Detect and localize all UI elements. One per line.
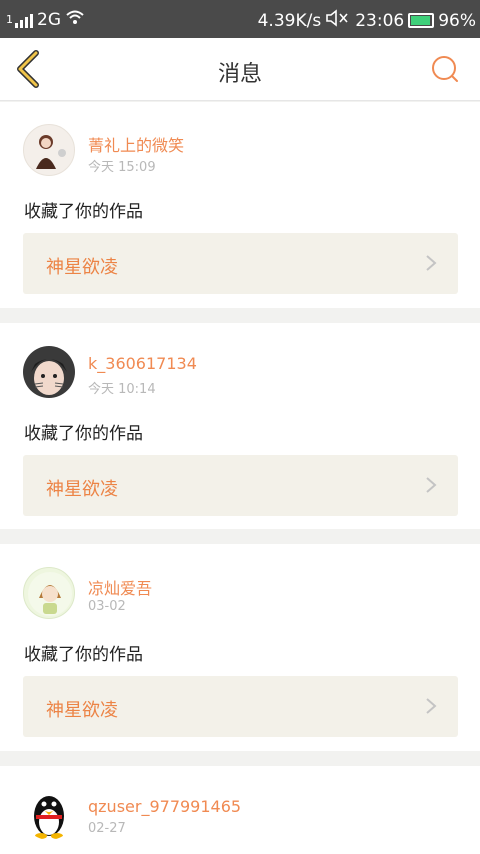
- page-title: 消息: [217, 62, 262, 87]
- mute-icon: [325, 9, 351, 32]
- work-title: 神星欲凌: [46, 700, 118, 721]
- avatar-girl-brown-icon[interactable]: [23, 124, 75, 176]
- network-type: 2G: [37, 9, 61, 30]
- search-icon: [432, 56, 458, 82]
- search-button[interactable]: [430, 54, 460, 84]
- status-bar: 1 2G 4.39K/s 23:06 96%: [0, 0, 480, 38]
- chevron-right-icon: [426, 477, 437, 493]
- work-title: 神星欲凌: [46, 479, 118, 500]
- message-card[interactable]: qzuser_977991465 02-27: [0, 766, 480, 854]
- timestamp: 02-27: [88, 821, 126, 836]
- work-link[interactable]: 神星欲凌: [23, 455, 458, 516]
- timestamp: 03-02: [88, 599, 126, 614]
- message-card[interactable]: 凉灿爱吾 03-02 收藏了你的作品 神星欲凌: [0, 544, 480, 751]
- message-card[interactable]: k_360617134 今天 10:14 收藏了你的作品 神星欲凌: [0, 323, 480, 529]
- work-title: 神星欲凌: [46, 257, 118, 278]
- chevron-right-icon: [426, 255, 437, 271]
- username[interactable]: k_360617134: [88, 354, 197, 373]
- signal-icon: [15, 12, 33, 28]
- timestamp: 今天 15:09: [88, 160, 156, 175]
- username[interactable]: 凉灿爱吾: [88, 575, 152, 599]
- wifi-icon: [65, 9, 85, 30]
- message-text: 收藏了你的作品: [24, 645, 143, 665]
- chevron-right-icon: [426, 698, 437, 714]
- work-link[interactable]: 神星欲凌: [23, 233, 458, 294]
- message-text: 收藏了你的作品: [24, 424, 143, 444]
- network-speed: 4.39K/s: [257, 10, 322, 31]
- message-card[interactable]: 菁礼上的微笑 今天 15:09 收藏了你的作品 神星欲凌: [0, 102, 480, 308]
- app-header: 消息: [0, 38, 480, 101]
- battery-icon: [408, 13, 435, 28]
- sim-slot: 1: [6, 13, 13, 26]
- timestamp: 今天 10:14: [88, 382, 156, 397]
- battery-percent: 96%: [438, 10, 476, 31]
- avatar-girl-green-icon[interactable]: [23, 567, 75, 619]
- clock: 23:06: [355, 10, 405, 31]
- work-link[interactable]: 神星欲凌: [23, 676, 458, 737]
- avatar-cat-face-icon[interactable]: [23, 346, 75, 398]
- username[interactable]: qzuser_977991465: [88, 797, 241, 816]
- message-text: 收藏了你的作品: [24, 202, 143, 222]
- avatar-penguin-icon[interactable]: [23, 788, 75, 840]
- username[interactable]: 菁礼上的微笑: [88, 132, 184, 156]
